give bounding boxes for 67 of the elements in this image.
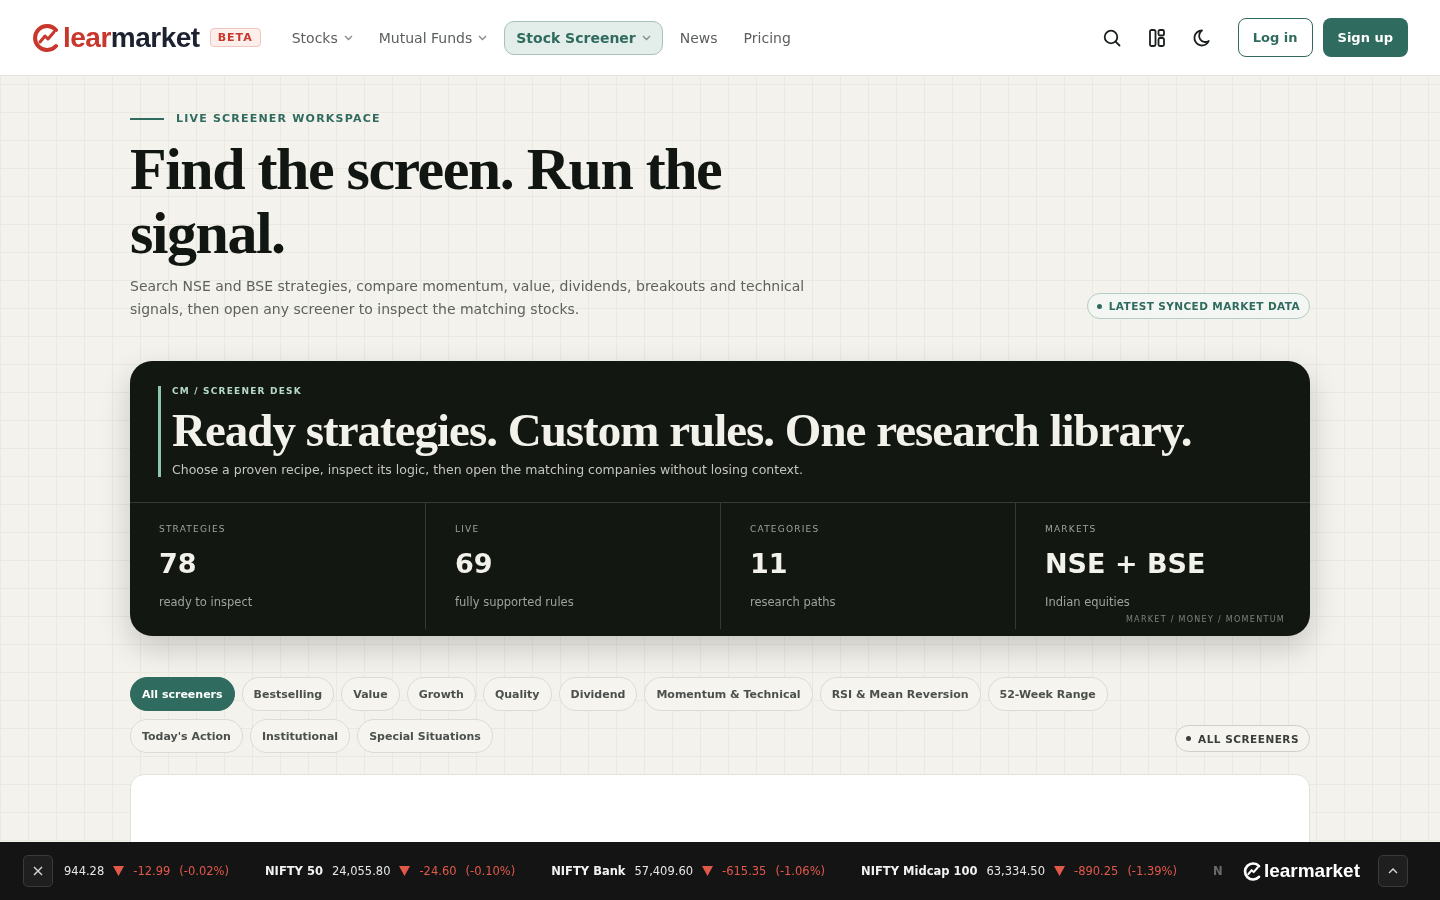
logo-icon	[1242, 861, 1263, 881]
close-icon	[33, 866, 43, 876]
stat-label: STRATEGIES	[159, 524, 227, 534]
index-change: -890.25	[1074, 864, 1119, 878]
stat-label: MARKETS	[1045, 524, 1098, 534]
stat-value: 11	[750, 548, 789, 579]
index-percent-change: (-0.10%)	[465, 864, 516, 878]
layout-icon[interactable]	[1148, 28, 1165, 47]
nav-menu-item[interactable]: Pricing	[734, 20, 800, 55]
index-percent-change: (-1.06%)	[775, 864, 826, 878]
index-value: 24,055.80	[331, 864, 391, 878]
stat-value: 69	[455, 548, 494, 579]
search-icon[interactable]	[1102, 28, 1121, 47]
index-change: -12.99	[133, 864, 171, 878]
filter-chip[interactable]: Today's Action	[130, 719, 243, 753]
login-button[interactable]: Log in	[1237, 18, 1313, 57]
index-name: N	[1213, 864, 1223, 878]
index-change: -615.35	[722, 864, 767, 878]
scroll-up-button[interactable]	[1378, 855, 1408, 887]
nav-menu-item[interactable]: Stocks	[282, 20, 362, 55]
index-change: -24.60	[419, 864, 457, 878]
index-value: 944.28	[64, 864, 105, 878]
desk-eyebrow: CM / SCREENER DESK	[172, 386, 303, 396]
filter-chip[interactable]: Institutional	[249, 719, 351, 753]
index-value: 63,334.50	[986, 864, 1045, 878]
index-percent-change: (-1.39%)	[1127, 864, 1178, 878]
close-button[interactable]	[23, 855, 53, 887]
moon-icon[interactable]	[1192, 28, 1210, 47]
filter-chip[interactable]: Special Situations	[357, 719, 493, 753]
eyebrow-label: LIVE SCREENER WORKSPACE	[176, 112, 381, 125]
index-name: NIFTY Bank	[551, 864, 626, 878]
nav-menu-item[interactable]: News	[670, 20, 727, 55]
stat-caption: Indian equities	[1045, 595, 1131, 609]
index-name: NIFTY 50	[265, 864, 323, 878]
all-screeners-button[interactable]: ALL SCREENERS	[1175, 725, 1310, 752]
stat-label: CATEGORIES	[750, 524, 821, 534]
filter-chip[interactable]: Dividend	[558, 677, 638, 711]
nav-menu-item[interactable]: Stock Screener	[504, 20, 663, 55]
filter-chip[interactable]: 52-Week Range	[987, 677, 1108, 711]
stat-caption: fully supported rules	[455, 595, 575, 609]
filter-chip[interactable]: Bestselling	[241, 677, 335, 711]
desk-description: Choose a proven recipe, inspect its logic, then open the matching companies without losing context.	[172, 462, 804, 477]
filter-chip[interactable]: All screeners	[130, 677, 235, 711]
hero-description: Search NSE and BSE strategies, compare momentum, value, dividends, breakouts and technical signals, then open any screener to inspect the matching stocks.	[130, 277, 806, 319]
desk-tagline: MARKET / MONEY / MOMENTUM	[1125, 615, 1285, 624]
filter-chip[interactable]: Quality	[482, 677, 552, 711]
beta-badge: BETA	[209, 28, 261, 47]
index-name: NIFTY Midcap 100	[861, 864, 978, 878]
logo-wordmark: learmarket	[1263, 860, 1360, 882]
signup-button[interactable]: Sign up	[1322, 18, 1408, 57]
filter-chip[interactable]: Momentum & Technical	[644, 677, 813, 711]
chevron-up-icon	[1388, 868, 1398, 874]
index-value: 57,409.60	[634, 864, 694, 878]
stat-caption: ready to inspect	[159, 595, 254, 609]
filter-chip[interactable]: Growth	[406, 677, 476, 711]
filter-chip[interactable]: RSI & Mean Reversion	[819, 677, 981, 711]
nav-menu-item[interactable]: Mutual Funds	[369, 20, 497, 55]
stat-caption: research paths	[750, 595, 837, 609]
index-percent-change: (-0.02%)	[179, 864, 229, 878]
hero-title: Find the screen. Run the signal.	[130, 137, 723, 265]
logo-wordmark[interactable]: learmarket	[63, 21, 200, 54]
stat-value: NSE + BSE	[1045, 548, 1207, 579]
status-pill: LATEST SYNCED MARKET DATA	[1086, 293, 1310, 319]
stat-value: 78	[159, 548, 198, 579]
stat-label: LIVE	[455, 524, 481, 534]
filter-chip[interactable]: Value	[341, 677, 400, 711]
desk-title: Ready strategies. Custom rules. One research library.	[172, 403, 1193, 458]
